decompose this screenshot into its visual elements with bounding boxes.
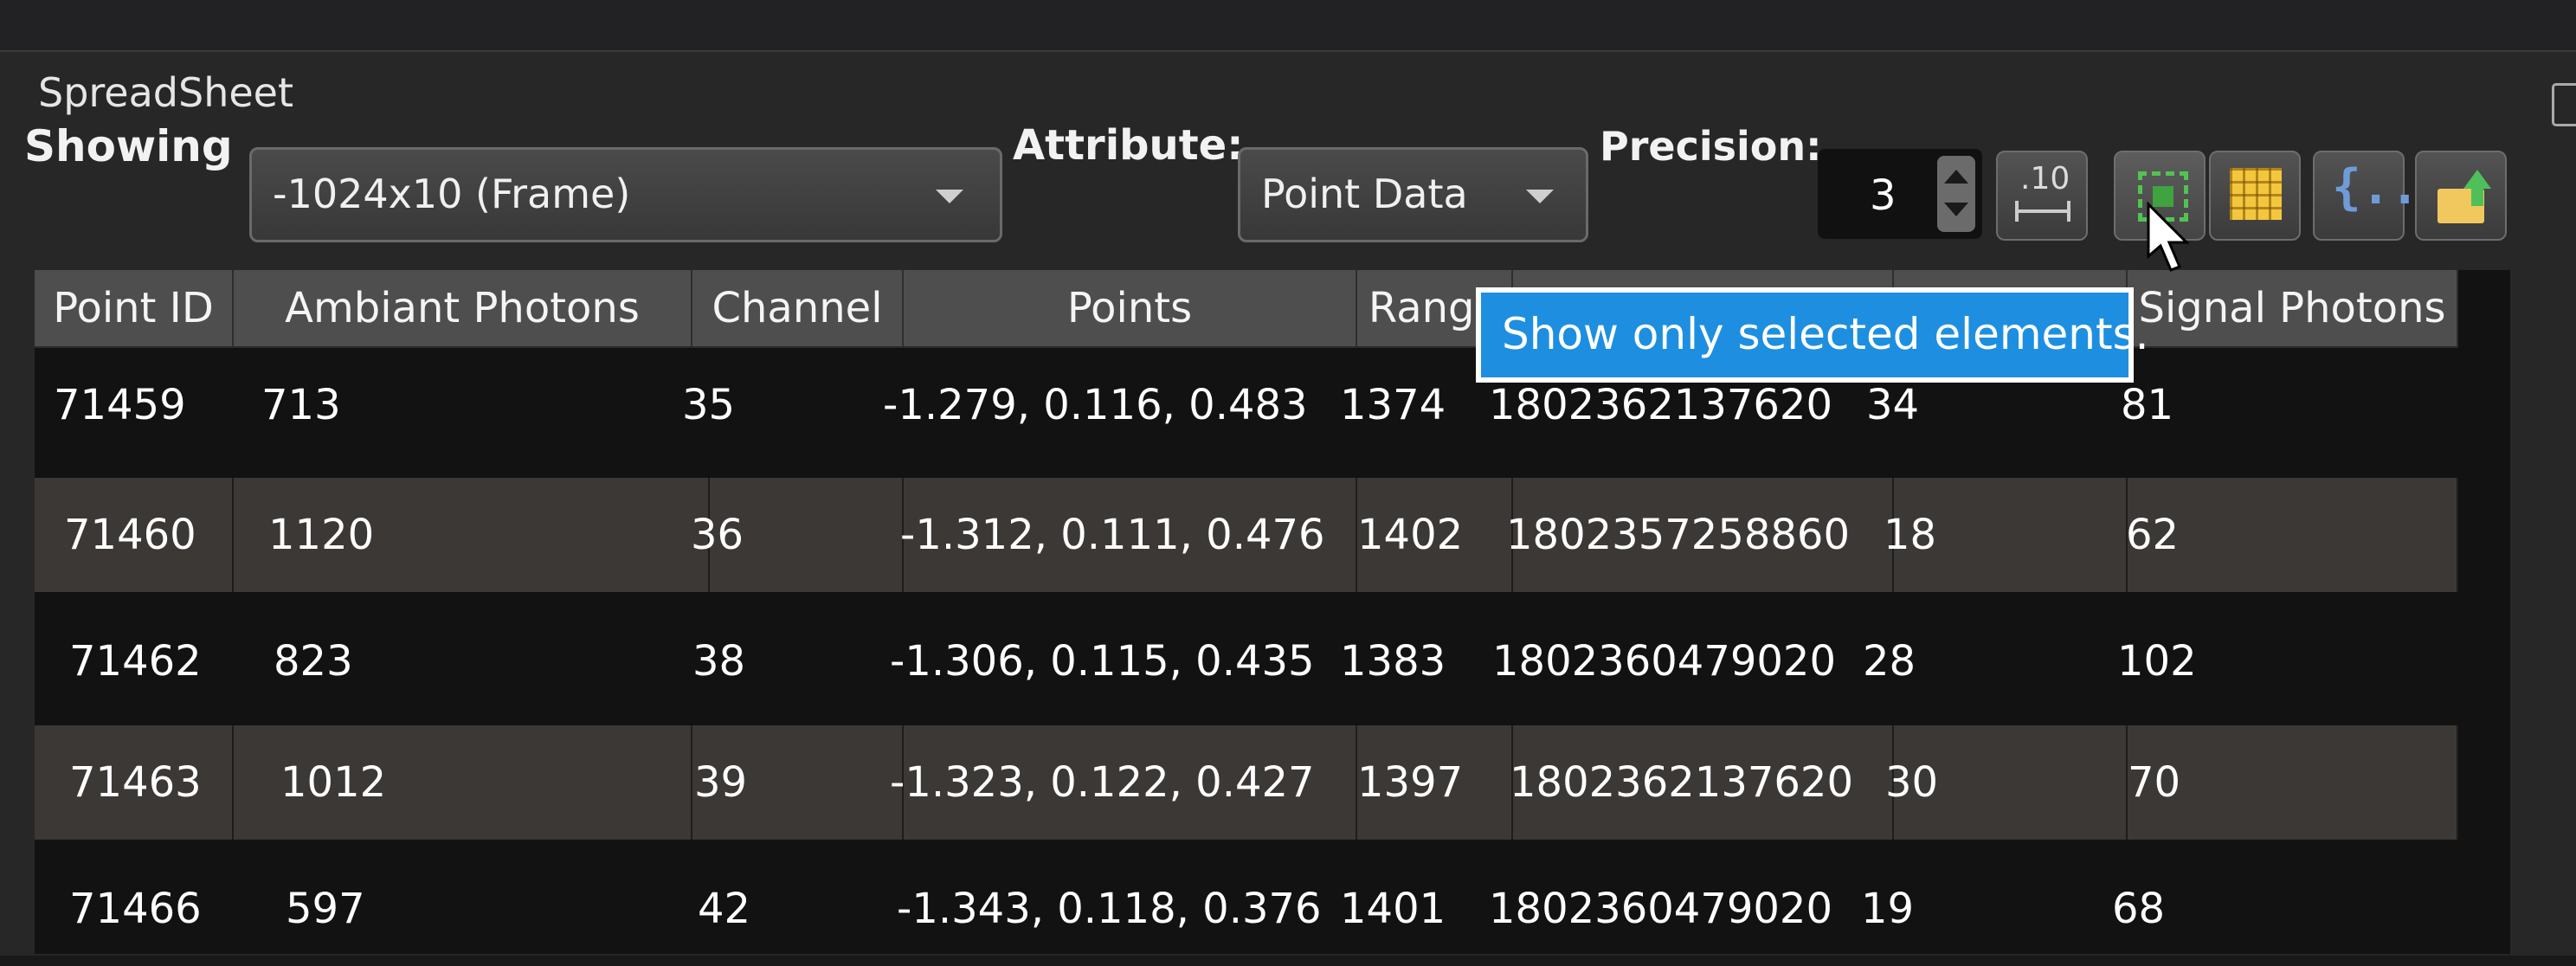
export-button[interactable]	[2415, 151, 2507, 241]
cell-col7[interactable]: 19	[1861, 852, 2128, 966]
panel-menu-icon[interactable]	[2552, 83, 2576, 126]
cell-channel[interactable]: 42	[698, 852, 904, 966]
cell-points[interactable]: -1.323, 0.122, 0.427	[890, 725, 1357, 840]
cell-channel[interactable]: 36	[673, 478, 904, 592]
fixed-representation-icon: .10	[2012, 161, 2074, 230]
mouse-cursor-icon	[2147, 201, 2190, 272]
attribute-dropdown[interactable]: Point Data	[1238, 147, 1588, 242]
cell-channel[interactable]: 39	[677, 725, 904, 840]
cell-col7[interactable]: 30	[1863, 725, 2128, 840]
cell-points[interactable]: -1.343, 0.118, 0.376	[897, 852, 1357, 966]
cell-point-id[interactable]: 71460	[47, 478, 234, 592]
cell-points[interactable]: -1.312, 0.111, 0.476	[883, 478, 1357, 592]
fixed-representation-glyph: .10	[2020, 161, 2070, 196]
column-header-ambiant-photons[interactable]: Ambiant Photons	[234, 270, 692, 346]
attribute-label: Attribute:	[1013, 121, 1244, 170]
cell-signal-photons[interactable]: 70	[2109, 725, 2458, 840]
cell-channel[interactable]: 35	[682, 348, 904, 462]
column-header-points[interactable]: Points	[904, 270, 1357, 346]
showing-dropdown[interactable]: -1024x10 (Frame)	[249, 147, 1002, 242]
cell-ambiant-photons[interactable]: 823	[274, 604, 692, 718]
cell-point-id[interactable]: 71463	[50, 725, 234, 840]
showing-dropdown-value: -1024x10 (Frame)	[273, 171, 631, 217]
decrement-icon[interactable]	[1944, 203, 1968, 216]
cell-point-id[interactable]: 71459	[54, 348, 234, 462]
cell-points[interactable]: -1.306, 0.115, 0.435	[890, 604, 1357, 718]
export-icon	[2438, 170, 2491, 223]
cell-col7[interactable]: 18	[1866, 478, 2128, 592]
panel-title: SpreadSheet	[38, 69, 293, 116]
cell-ambiant-photons[interactable]: 1120	[251, 478, 710, 592]
cell-col7[interactable]: 28	[1863, 604, 2128, 718]
fixed-representation-button[interactable]: .10	[1996, 151, 2088, 241]
precision-stepper[interactable]	[1937, 156, 1975, 232]
attribute-dropdown-value: Point Data	[1261, 171, 1468, 217]
table-row[interactable]: 71463 1012 39 -1.323, 0.122, 0.427 1397 …	[35, 725, 2458, 840]
cell-col6[interactable]: 1802360479020	[1489, 852, 1894, 966]
cell-col6[interactable]: 1802362137620	[1492, 725, 1894, 840]
column-header-signal-photons[interactable]: Signal Photons	[2128, 270, 2458, 346]
table-row[interactable]: 71460 1120 36 -1.312, 0.111, 0.476 1402 …	[35, 478, 2458, 592]
chevron-down-icon	[936, 190, 963, 203]
tooltip: Show only selected elements.	[1476, 287, 2149, 383]
cell-range[interactable]: 1402	[1340, 478, 1513, 592]
cell-range[interactable]: 1401	[1340, 852, 1513, 966]
cell-range[interactable]: 1397	[1340, 725, 1513, 840]
precision-value[interactable]: 3	[1870, 171, 1897, 220]
cell-channel[interactable]: 38	[692, 604, 904, 718]
toggle-column-visibility-button[interactable]	[2209, 151, 2301, 241]
cell-signal-photons[interactable]: 81	[2121, 348, 2458, 462]
toggle-column-visibility-icon	[2230, 168, 2282, 220]
cell-ambiant-photons[interactable]: 713	[261, 348, 692, 462]
precision-label: Precision:	[1600, 123, 1822, 170]
cell-point-id[interactable]: 71462	[69, 604, 234, 718]
column-header-channel[interactable]: Channel	[692, 270, 904, 346]
cell-ambiant-photons[interactable]: 1012	[261, 725, 692, 840]
cell-point-id[interactable]: 71466	[69, 852, 234, 966]
cell-range[interactable]: 1383	[1340, 604, 1513, 718]
column-header-point-id[interactable]: Point ID	[35, 270, 234, 346]
cell-points[interactable]: -1.279, 0.116, 0.483	[883, 348, 1357, 462]
cell-signal-photons[interactable]: 68	[2112, 852, 2458, 966]
table-row[interactable]: 71462 823 38 -1.306, 0.115, 0.435 1383 1…	[35, 604, 2458, 718]
cell-signal-photons[interactable]: 102	[2117, 604, 2458, 718]
chevron-down-icon	[1526, 190, 1554, 203]
cell-col6[interactable]: 1802360479020	[1492, 604, 1894, 718]
cell-signal-photons[interactable]: 62	[2109, 478, 2458, 592]
cell-connectivity-button[interactable]: {...}	[2313, 151, 2478, 241]
showing-label: Showing	[24, 121, 233, 171]
increment-icon[interactable]	[1944, 170, 1968, 184]
cell-ambiant-photons[interactable]: 597	[286, 852, 692, 966]
table-row[interactable]: 71466 597 42 -1.343, 0.118, 0.376 1401 1…	[35, 852, 2458, 966]
cell-col6[interactable]: 1802357258860	[1489, 478, 1894, 592]
precision-spinbox[interactable]: 3	[1818, 149, 1982, 239]
